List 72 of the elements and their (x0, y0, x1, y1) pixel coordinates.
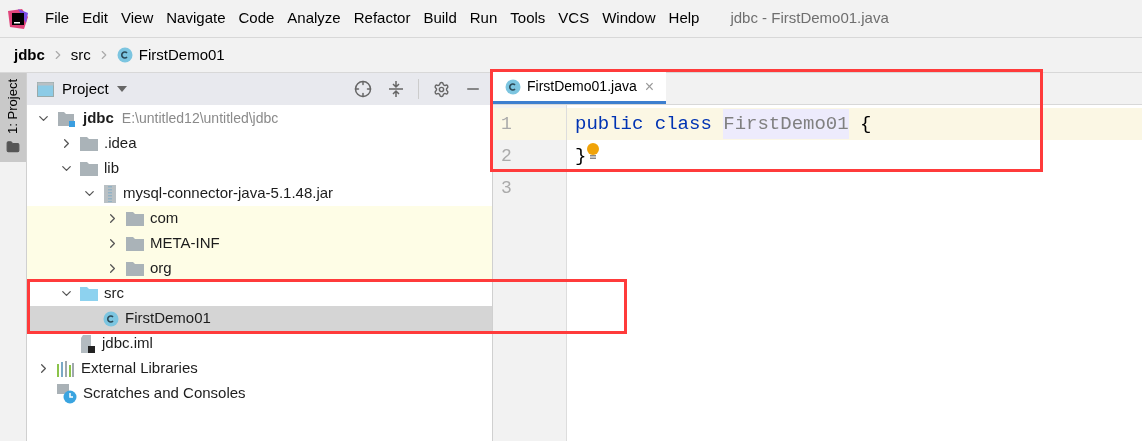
tree-label: META-INF (150, 233, 220, 254)
archive-icon (103, 184, 117, 203)
settings-icon[interactable] (433, 80, 450, 98)
menu-item[interactable]: View (121, 7, 154, 30)
locate-icon[interactable] (354, 80, 372, 98)
breadcrumb[interactable]: jdbc (14, 43, 45, 67)
folder-icon (6, 139, 20, 154)
tree-label: lib (104, 158, 119, 179)
line-number: 2 (500, 144, 513, 168)
module-folder-icon (57, 109, 77, 128)
folder-icon (80, 136, 98, 151)
project-tool-tab[interactable]: 1: Project (0, 73, 26, 162)
tree-row[interactable]: META-INF (27, 231, 492, 256)
tree-row[interactable]: mysql-connector-java-5.1.48.jar (27, 181, 492, 206)
menu-item[interactable]: Help (668, 7, 700, 30)
dropdown-caret-icon[interactable] (116, 86, 127, 92)
breadcrumb[interactable]: FirstDemo01 (138, 43, 225, 67)
tree-row[interactable]: com (27, 206, 492, 231)
tree-row[interactable]: src (27, 281, 492, 306)
lightbulb-icon[interactable] (586, 143, 601, 161)
menu-item[interactable]: Refactor (353, 7, 411, 30)
tree-label: Scratches and Consoles (83, 383, 246, 404)
menu-item[interactable]: Window (602, 7, 656, 30)
folder-icon (80, 286, 98, 301)
tree-row[interactable]: jdbc E:\untitled12\untitled\jdbc (27, 106, 492, 131)
tree-row[interactable]: External Libraries (27, 356, 492, 381)
file-icon (80, 334, 96, 353)
scratch-icon (57, 383, 77, 404)
menu-item[interactable]: Edit (82, 7, 109, 30)
folder-icon (126, 211, 144, 226)
menu-item[interactable]: Navigate (166, 7, 226, 30)
panel-title[interactable]: Project (62, 77, 109, 101)
app-logo-icon (8, 8, 28, 29)
tree-label: jdbc.iml (102, 333, 153, 354)
tree-row[interactable]: org (27, 256, 492, 281)
folder-icon (126, 261, 144, 276)
class-icon (116, 47, 133, 63)
tree-row[interactable]: Scratches and Consoles (27, 381, 492, 406)
folder-icon (126, 236, 144, 251)
code-line: } (575, 143, 587, 169)
tree-label: src (104, 283, 124, 304)
tree-label: com (150, 208, 179, 229)
project-path: E:\untitled12\untitled\jdbc (121, 109, 279, 128)
tree-label: jdbc (83, 108, 114, 129)
window-title: jdbc - FirstDemo01.java (730, 8, 889, 29)
tree-label: FirstDemo01 (125, 308, 211, 329)
menu-item[interactable]: File (45, 7, 70, 30)
panel-icon (37, 81, 54, 97)
library-icon (57, 360, 75, 377)
tree-row[interactable]: lib (27, 156, 492, 181)
code-line: public class FirstDemo01 { (575, 109, 872, 139)
menu-item[interactable]: Tools (510, 7, 546, 30)
menu-item[interactable]: VCS (558, 7, 590, 30)
tree-label: .idea (104, 133, 137, 154)
collapse-icon[interactable] (388, 80, 404, 98)
tree-label: External Libraries (81, 358, 198, 379)
line-number: 1 (493, 108, 566, 140)
menu-item[interactable]: Run (469, 7, 498, 30)
tree-label: org (150, 258, 172, 279)
breadcrumb[interactable]: src (70, 43, 91, 67)
tree-row[interactable]: jdbc.iml (27, 331, 492, 356)
editor-tab[interactable]: FirstDemo01.java × (493, 72, 667, 104)
line-number: 3 (500, 176, 513, 200)
tree-row[interactable]: FirstDemo01 (27, 306, 492, 331)
class-icon (505, 78, 521, 95)
menu-item[interactable]: Build (423, 7, 457, 30)
tree-label: mysql-connector-java-5.1.48.jar (123, 183, 334, 204)
menu-item[interactable]: Analyze (287, 7, 341, 30)
folder-icon (80, 161, 98, 176)
tree-row[interactable]: .idea (27, 131, 492, 156)
menu-item[interactable]: Code (238, 7, 275, 30)
class-icon (103, 310, 119, 327)
